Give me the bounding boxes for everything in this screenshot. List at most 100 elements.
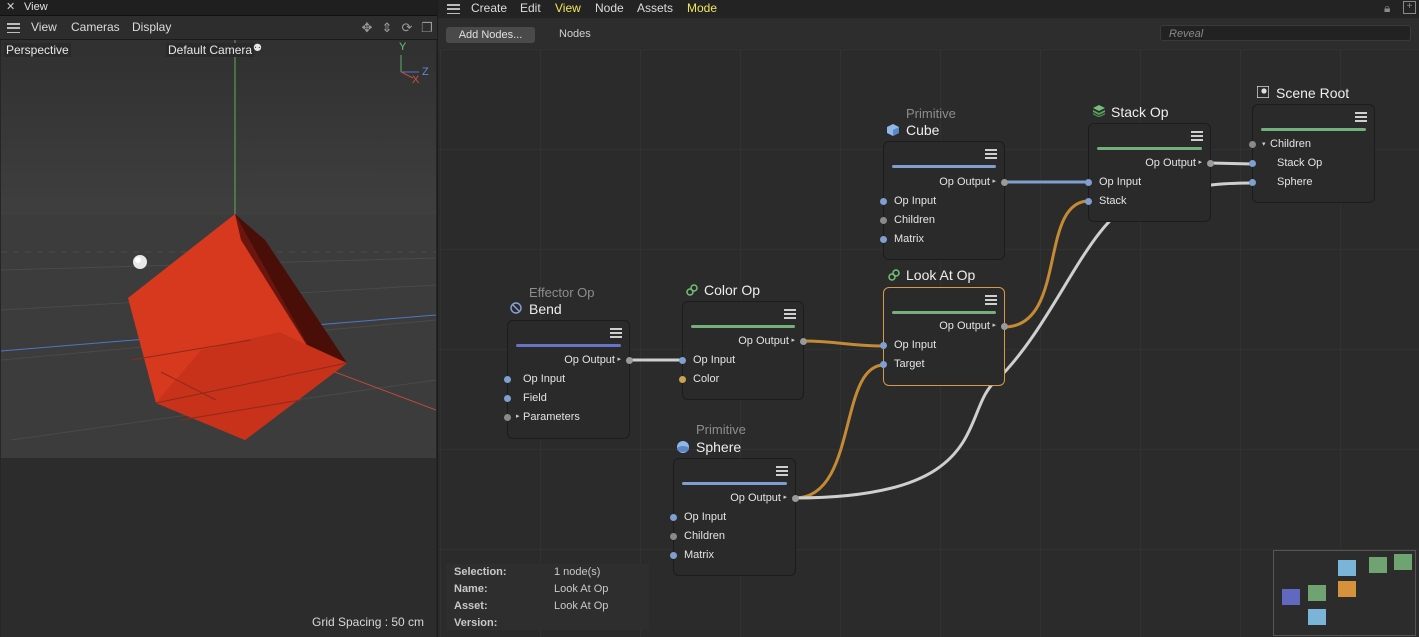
node-color-bar [516, 344, 621, 347]
menu-assets[interactable]: Assets [637, 1, 673, 15]
node-menu-icon[interactable] [776, 466, 788, 476]
viewport-panel: ✕ View View Cameras Display ✥ ⇕ ⟳ ❐ Pers… [0, 0, 437, 637]
menu-view[interactable]: View [555, 1, 581, 15]
menu-mode[interactable]: Mode [687, 1, 717, 15]
axis-x-label: X [412, 74, 420, 86]
input-socket[interactable] [880, 361, 887, 368]
input-socket[interactable] [670, 533, 677, 540]
triangle-down-icon: ▾ [1262, 141, 1266, 148]
node-color-bar [892, 311, 996, 314]
move-icon[interactable]: ✥ [359, 20, 375, 36]
node-menu-icon[interactable] [610, 328, 622, 338]
node-menu-icon[interactable] [1191, 131, 1203, 141]
camera-icon[interactable]: ⚉ [253, 43, 262, 54]
input-socket[interactable] [504, 395, 511, 402]
node-menu-icon[interactable] [784, 309, 796, 319]
output-socket[interactable] [1207, 160, 1214, 167]
projection-label[interactable]: Perspective [4, 43, 71, 57]
graph-minimap[interactable] [1273, 550, 1416, 636]
input-socket[interactable] [880, 217, 887, 224]
color-op-node-title[interactable]: Color Op [704, 282, 760, 298]
sphere-node[interactable]: Op Output ▸ Op Input Children Matrix [670, 459, 799, 575]
input-socket[interactable] [880, 342, 887, 349]
camera-label[interactable]: Default Camera [166, 43, 255, 57]
input-socket[interactable] [1085, 179, 1092, 186]
op-output-port: Op Output [939, 176, 990, 188]
output-socket[interactable] [1001, 323, 1008, 330]
hamburger-menu-icon[interactable] [447, 4, 460, 15]
children-port: Children [684, 530, 725, 542]
op-input-port: Op Input [523, 373, 566, 385]
node-menu-icon[interactable] [985, 295, 997, 305]
add-nodes-button[interactable]: Add Nodes... [446, 27, 535, 43]
input-socket[interactable] [504, 414, 511, 421]
minimap-node [1369, 557, 1387, 573]
input-socket[interactable] [670, 514, 677, 521]
asset-value: Look At Op [554, 600, 609, 612]
link-icon [888, 269, 900, 281]
input-socket[interactable] [880, 198, 887, 205]
matrix-port: Matrix [684, 549, 714, 561]
input-socket[interactable] [1249, 141, 1256, 148]
bend-node[interactable]: Op Output ▸ Op Input Field ▸ Parameters [504, 321, 633, 438]
parameters-port: Parameters [523, 411, 580, 423]
scene-root-node-title[interactable]: Scene Root [1276, 85, 1349, 101]
close-icon[interactable]: ✕ [6, 0, 15, 13]
cube-node[interactable]: Op Output ▸ Op Input Children Matrix [880, 142, 1008, 259]
reveal-search-input[interactable]: Reveal [1160, 25, 1411, 41]
node-color-bar [691, 325, 795, 328]
input-socket[interactable] [670, 552, 677, 559]
color-op-node[interactable]: Op Output ▸ Op Input Color [679, 302, 807, 399]
lock-icon[interactable]: 🔒︎ [1384, 1, 1390, 16]
menu-view[interactable]: View [31, 20, 57, 34]
look-at-op-node[interactable]: Op Output ▸ Op Input Target [880, 288, 1008, 385]
maximize-icon[interactable]: ❐ [419, 20, 435, 36]
op-input-port: Op Input [693, 354, 736, 366]
input-socket[interactable] [504, 376, 511, 383]
stack-op-node[interactable]: Op Output ▸ Op Input Stack [1085, 124, 1214, 221]
new-panel-icon[interactable]: + [1403, 1, 1416, 14]
output-socket[interactable] [626, 357, 633, 364]
sphere-node-subtitle: Primitive [696, 422, 746, 437]
node-menu-icon[interactable] [1355, 112, 1367, 122]
color-port: Color [693, 373, 720, 385]
axis-y-label: Y [399, 41, 407, 53]
version-label: Version: [454, 617, 498, 629]
scene-root-node[interactable]: ▾ Children Stack Op Sphere [1249, 105, 1374, 202]
asset-label: Asset: [454, 600, 488, 612]
input-socket[interactable] [1249, 160, 1256, 167]
menu-create[interactable]: Create [471, 1, 507, 15]
menu-cameras[interactable]: Cameras [71, 20, 120, 34]
menu-node[interactable]: Node [595, 1, 624, 15]
sphere-node-title[interactable]: Sphere [696, 439, 741, 455]
menu-edit[interactable]: Edit [520, 1, 541, 15]
nodes-label[interactable]: Nodes [559, 28, 591, 40]
hamburger-menu-icon[interactable] [7, 23, 20, 34]
stack-op-node-title[interactable]: Stack Op [1111, 104, 1169, 120]
dolly-icon[interactable]: ⇕ [379, 20, 395, 36]
cube-node-title[interactable]: Cube [906, 122, 939, 138]
look-at-op-node-title[interactable]: Look At Op [906, 267, 975, 283]
input-socket[interactable] [1085, 198, 1092, 205]
op-output-port: Op Output [738, 335, 789, 347]
node-menu-icon[interactable] [985, 149, 997, 159]
node-graph-canvas[interactable]: Primitive Cube Op Output ▸ Op Input Chil… [438, 49, 1419, 637]
sphere-child-port: Sphere [1277, 176, 1313, 188]
3d-viewport[interactable]: Perspective Default Camera ⚉ Y Z X Grid … [1, 40, 436, 637]
node-color-bar [1261, 128, 1366, 131]
output-socket[interactable] [1001, 179, 1008, 186]
minimap-node [1308, 585, 1326, 601]
rotate-icon[interactable]: ⟳ [399, 20, 415, 36]
input-socket[interactable] [1249, 179, 1256, 186]
triangle-right-icon: ▸ [516, 413, 520, 420]
node-color-bar [1097, 147, 1202, 150]
input-socket[interactable] [679, 357, 686, 364]
op-input-port: Op Input [684, 511, 727, 523]
bend-node-title[interactable]: Bend [529, 301, 562, 317]
output-socket[interactable] [800, 338, 807, 345]
menu-display[interactable]: Display [132, 20, 171, 34]
input-socket[interactable] [880, 236, 887, 243]
selection-info-panel: Selection: 1 node(s) Name: Look At Op As… [446, 564, 649, 630]
output-socket[interactable] [792, 495, 799, 502]
input-socket[interactable] [679, 376, 686, 383]
